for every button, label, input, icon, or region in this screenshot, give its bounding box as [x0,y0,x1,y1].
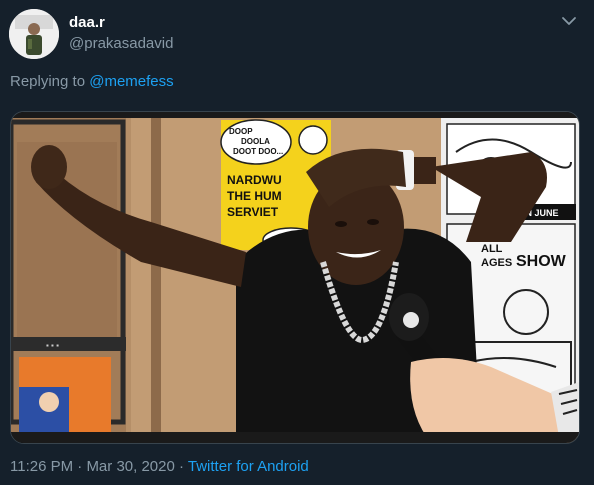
svg-text:DOOT DOO...: DOOT DOO... [233,147,283,156]
svg-text:ALL: ALL [481,243,503,255]
avatar[interactable] [9,9,59,59]
svg-text:THE HUM: THE HUM [227,189,282,203]
replying-prefix: Replying to [10,73,90,90]
tweet-media[interactable]: ▪ ▪ ▪ DOOP DOOLA DOOT DOO... NARDWU THE … [10,111,580,444]
tweet: daa.r @prakasadavid Replying to @memefes… [0,0,594,485]
replying-to: Replying to @memefess [10,73,174,90]
mention-link[interactable]: @memefess [89,73,173,90]
chevron-down-icon[interactable] [560,12,578,30]
svg-text:DOOLA: DOOLA [241,137,270,146]
meta-separator: · [174,458,188,475]
display-name[interactable]: daa.r [69,14,105,31]
svg-text:SERVIET: SERVIET [227,205,279,219]
svg-text:SHOW: SHOW [516,253,567,270]
tweet-time[interactable]: 11:26 PM [10,458,73,475]
poster-top-text: DOOP [229,127,253,136]
tweet-meta: 11:26 PM · Mar 30, 2020 · Twitter for An… [10,458,309,475]
svg-text:NARDWU: NARDWU [227,173,282,187]
svg-text:▪ ▪ ▪: ▪ ▪ ▪ [46,341,59,350]
svg-text:AGES: AGES [481,257,512,269]
tweet-source[interactable]: Twitter for Android [188,458,309,475]
tweet-date[interactable]: Mar 30, 2020 [86,458,174,475]
user-handle[interactable]: @prakasadavid [69,35,173,52]
media-photo: ▪ ▪ ▪ DOOP DOOLA DOOT DOO... NARDWU THE … [11,112,579,443]
avatar-image [9,9,59,59]
meta-separator: · [73,458,87,475]
